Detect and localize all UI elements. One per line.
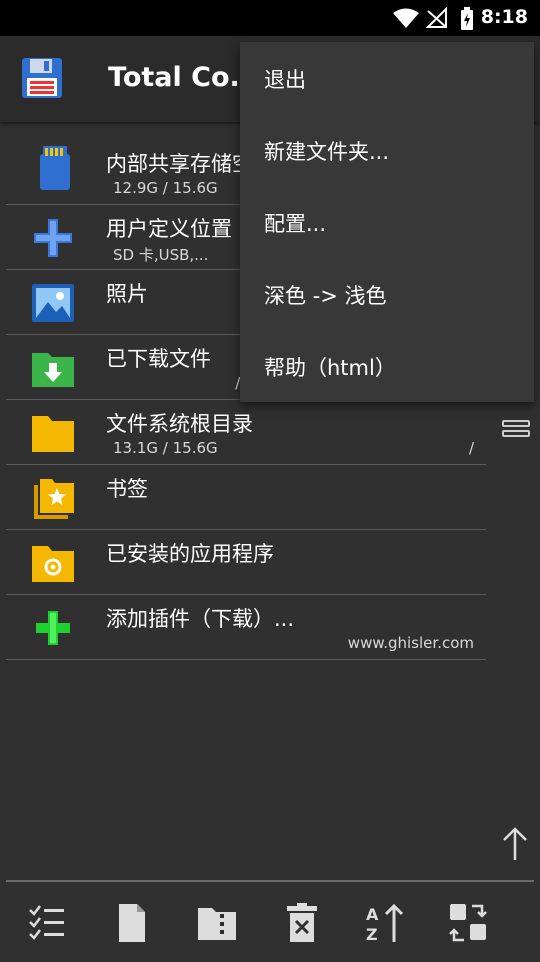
menu-item-label: 退出 bbox=[264, 68, 306, 92]
overflow-menu: 退出 新建文件夹... 配置... 深色 -> 浅色 帮助（html） bbox=[240, 42, 534, 402]
wifi-icon bbox=[393, 8, 419, 28]
item-label: 书签 bbox=[106, 477, 148, 501]
sd-card-icon bbox=[40, 146, 70, 190]
item-url: www.ghisler.com bbox=[347, 634, 474, 652]
menu-item-theme-toggle[interactable]: 深色 -> 浅色 bbox=[240, 258, 534, 330]
menu-item-new-folder[interactable]: 新建文件夹... bbox=[240, 114, 534, 186]
list-item-installed-apps[interactable]: 已安装的应用程序 bbox=[6, 530, 486, 595]
no-signal-icon bbox=[426, 7, 447, 28]
item-subtitle: SD 卡,USB,... bbox=[113, 246, 209, 264]
select-list-icon[interactable] bbox=[26, 902, 68, 944]
item-label: 添加插件（下载）... bbox=[106, 607, 295, 631]
swap-icon[interactable] bbox=[448, 902, 490, 944]
svg-text:A: A bbox=[366, 905, 379, 924]
menu-item-label: 新建文件夹... bbox=[264, 140, 390, 164]
item-label: 已安装的应用程序 bbox=[106, 542, 274, 566]
plus-icon bbox=[34, 219, 72, 257]
list-item-root[interactable]: 文件系统根目录 13.1G / 15.6G / bbox=[6, 400, 486, 465]
menu-item-exit[interactable]: 退出 bbox=[240, 42, 534, 114]
list-item-bookmarks[interactable]: 书签 bbox=[6, 465, 486, 530]
zip-folder-icon[interactable] bbox=[196, 902, 238, 944]
download-folder-icon bbox=[32, 353, 74, 387]
menu-item-help[interactable]: 帮助（html） bbox=[240, 330, 534, 402]
photo-icon bbox=[32, 284, 74, 322]
clock: 8:18 bbox=[480, 6, 528, 28]
file-icon[interactable] bbox=[111, 902, 153, 944]
item-label: 已下载文件 bbox=[106, 347, 211, 371]
item-label: 照片 bbox=[106, 282, 148, 306]
apps-folder-icon bbox=[32, 546, 74, 582]
menu-item-label: 配置... bbox=[264, 212, 327, 236]
floppy-disk-icon[interactable] bbox=[20, 56, 64, 100]
up-arrow-icon[interactable] bbox=[500, 826, 530, 862]
battery-charging-icon bbox=[461, 7, 473, 30]
green-plus-icon bbox=[36, 611, 70, 645]
item-subtitle: 12.9G / 15.6G bbox=[113, 179, 218, 197]
bookmark-star-icon bbox=[34, 479, 74, 519]
status-bar: 8:18 bbox=[0, 0, 540, 36]
list-item-add-plugins[interactable]: 添加插件（下载）... www.ghisler.com bbox=[6, 595, 486, 660]
item-subtitle: 13.1G / 15.6G bbox=[113, 439, 218, 457]
app-title: Total Co... bbox=[108, 62, 261, 93]
bottom-toolbar: A Z bbox=[6, 880, 534, 962]
folder-icon bbox=[32, 416, 74, 452]
menu-item-settings[interactable]: 配置... bbox=[240, 186, 534, 258]
item-path: / bbox=[468, 439, 474, 457]
drag-handle-icon[interactable] bbox=[502, 418, 530, 440]
delete-icon[interactable] bbox=[281, 902, 323, 944]
menu-item-label: 帮助（html） bbox=[264, 356, 396, 380]
item-label: 用户定义位置 bbox=[106, 217, 232, 241]
sort-az-icon[interactable]: A Z bbox=[364, 902, 406, 944]
item-label: 文件系统根目录 bbox=[106, 412, 253, 436]
menu-item-label: 深色 -> 浅色 bbox=[264, 284, 387, 308]
svg-text:Z: Z bbox=[366, 925, 378, 944]
